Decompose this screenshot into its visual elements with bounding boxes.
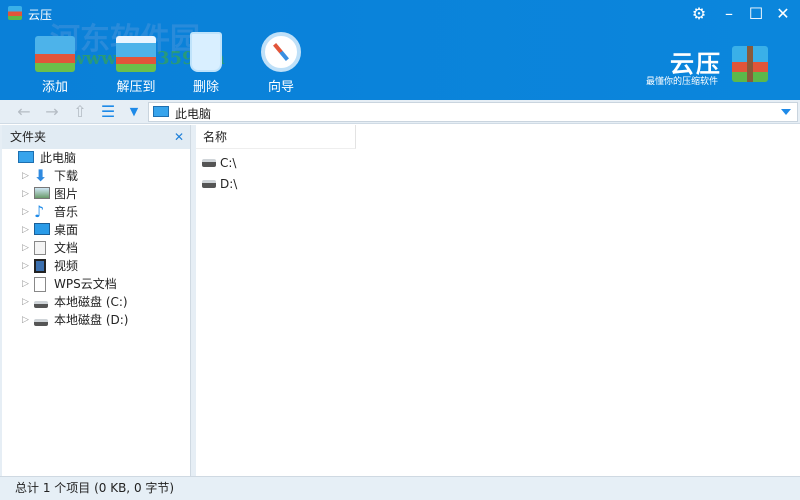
download-icon: ⬇ bbox=[34, 166, 48, 185]
music-note-icon: ♪ bbox=[34, 202, 45, 221]
wizard-label: 向导 bbox=[267, 80, 294, 95]
tree-label: 本地磁盘 (C:) bbox=[54, 295, 128, 309]
add-button[interactable]: 添加 bbox=[20, 30, 90, 95]
tree-label: 文档 bbox=[54, 241, 79, 255]
add-archive-icon bbox=[35, 36, 75, 72]
column-header-name[interactable]: 名称 bbox=[196, 125, 356, 149]
tree-label: WPS云文档 bbox=[54, 277, 117, 291]
folder-pane-header: 文件夹 ✕ bbox=[2, 125, 190, 149]
document-icon bbox=[34, 241, 46, 255]
picture-icon bbox=[34, 187, 50, 199]
path-bar[interactable]: 此电脑 bbox=[148, 102, 798, 122]
add-label: 添加 bbox=[41, 80, 68, 95]
extract-icon bbox=[116, 36, 156, 72]
folder-pane: 文件夹 ✕ 此电脑 ▷ ⬇ 下载 ▷ 图片 ▷ ♪ 音乐 ▷ 桌面 ▷ 文档 ▷ 视频 ▷ WPS… bbox=[0, 125, 190, 476]
blank-document-icon bbox=[34, 277, 46, 292]
tree-label: 此电脑 bbox=[40, 151, 77, 165]
list-item-drive-c[interactable]: C:\ bbox=[196, 153, 800, 174]
back-arrow-icon[interactable]: ← bbox=[14, 102, 34, 122]
video-icon bbox=[34, 259, 46, 273]
close-pane-icon[interactable]: ✕ bbox=[174, 125, 184, 149]
folder-pane-title: 文件夹 bbox=[10, 130, 47, 144]
tree-item-drive-c[interactable]: ▷ 本地磁盘 (C:) bbox=[2, 293, 190, 311]
expand-arrow-icon[interactable]: ▷ bbox=[22, 293, 29, 311]
view-dropdown-icon[interactable]: ▼ bbox=[124, 102, 144, 122]
item-label: D:\ bbox=[220, 177, 238, 191]
compass-icon bbox=[261, 32, 301, 72]
computer-icon bbox=[18, 151, 34, 163]
path-text: 此电脑 bbox=[175, 107, 212, 121]
computer-icon bbox=[153, 106, 169, 117]
tree-label: 桌面 bbox=[54, 223, 79, 237]
tree-label: 视频 bbox=[54, 259, 79, 273]
maximize-button[interactable]: ☐ bbox=[745, 4, 767, 24]
recycle-bin-icon bbox=[190, 32, 222, 72]
tree-item-desktop[interactable]: ▷ 桌面 bbox=[2, 221, 190, 239]
delete-label: 删除 bbox=[192, 80, 219, 95]
tree-label: 图片 bbox=[54, 187, 79, 201]
expand-arrow-icon[interactable]: ▷ bbox=[22, 239, 29, 257]
desktop-icon bbox=[34, 223, 50, 235]
drive-icon bbox=[34, 301, 48, 308]
forward-arrow-icon[interactable]: → bbox=[42, 102, 62, 122]
title-bar: 云压 河东软件园 www.pc0359.cn ⚙ – ☐ ✕ 添加 解压到 删除… bbox=[0, 0, 800, 100]
tree-label: 本地磁盘 (D:) bbox=[54, 313, 129, 327]
extract-to-button[interactable]: 解压到 bbox=[101, 30, 171, 95]
list-item-drive-d[interactable]: D:\ bbox=[196, 174, 800, 195]
archive-box-logo-icon bbox=[732, 46, 768, 82]
expand-arrow-icon[interactable]: ▷ bbox=[22, 185, 29, 203]
expand-arrow-icon[interactable]: ▷ bbox=[22, 257, 29, 275]
path-dropdown-icon[interactable] bbox=[781, 109, 791, 115]
tree-label: 音乐 bbox=[54, 205, 79, 219]
tree-item-drive-d[interactable]: ▷ 本地磁盘 (D:) bbox=[2, 311, 190, 329]
expand-arrow-icon[interactable]: ▷ bbox=[22, 275, 29, 293]
expand-arrow-icon[interactable]: ▷ bbox=[22, 167, 29, 185]
tree-item-pictures[interactable]: ▷ 图片 bbox=[2, 185, 190, 203]
up-arrow-icon[interactable]: ⇧ bbox=[70, 102, 90, 122]
expand-arrow-icon[interactable]: ▷ bbox=[22, 311, 29, 329]
extract-label: 解压到 bbox=[116, 80, 156, 95]
tree-item-wps-cloud[interactable]: ▷ WPS云文档 bbox=[2, 275, 190, 293]
expand-arrow-icon[interactable]: ▷ bbox=[22, 203, 29, 221]
navigation-bar: ← → ⇧ ☰ ▼ 此电脑 bbox=[0, 100, 800, 124]
file-list: 名称 C:\ D:\ bbox=[196, 125, 800, 476]
tree-item-documents[interactable]: ▷ 文档 bbox=[2, 239, 190, 257]
drive-icon bbox=[34, 319, 48, 326]
status-bar: 总计 1 个项目 (0 KB, 0 字节) bbox=[0, 476, 800, 500]
app-icon bbox=[8, 6, 22, 20]
tree-item-this-pc[interactable]: 此电脑 bbox=[2, 149, 190, 167]
tree-item-downloads[interactable]: ▷ ⬇ 下载 bbox=[2, 167, 190, 185]
view-list-icon[interactable]: ☰ bbox=[98, 102, 118, 122]
tree-item-videos[interactable]: ▷ 视频 bbox=[2, 257, 190, 275]
drive-icon bbox=[202, 159, 216, 167]
window-title: 云压 bbox=[28, 8, 53, 22]
drive-icon bbox=[202, 180, 216, 188]
close-button[interactable]: ✕ bbox=[772, 4, 794, 24]
delete-button[interactable]: 删除 bbox=[171, 30, 241, 95]
settings-gear-icon[interactable]: ⚙ bbox=[688, 4, 710, 24]
tree-item-music[interactable]: ▷ ♪ 音乐 bbox=[2, 203, 190, 221]
expand-arrow-icon[interactable]: ▷ bbox=[22, 221, 29, 239]
minimize-button[interactable]: – bbox=[718, 4, 740, 24]
item-label: C:\ bbox=[220, 156, 237, 170]
tree-label: 下载 bbox=[54, 169, 79, 183]
wizard-button[interactable]: 向导 bbox=[246, 30, 316, 95]
